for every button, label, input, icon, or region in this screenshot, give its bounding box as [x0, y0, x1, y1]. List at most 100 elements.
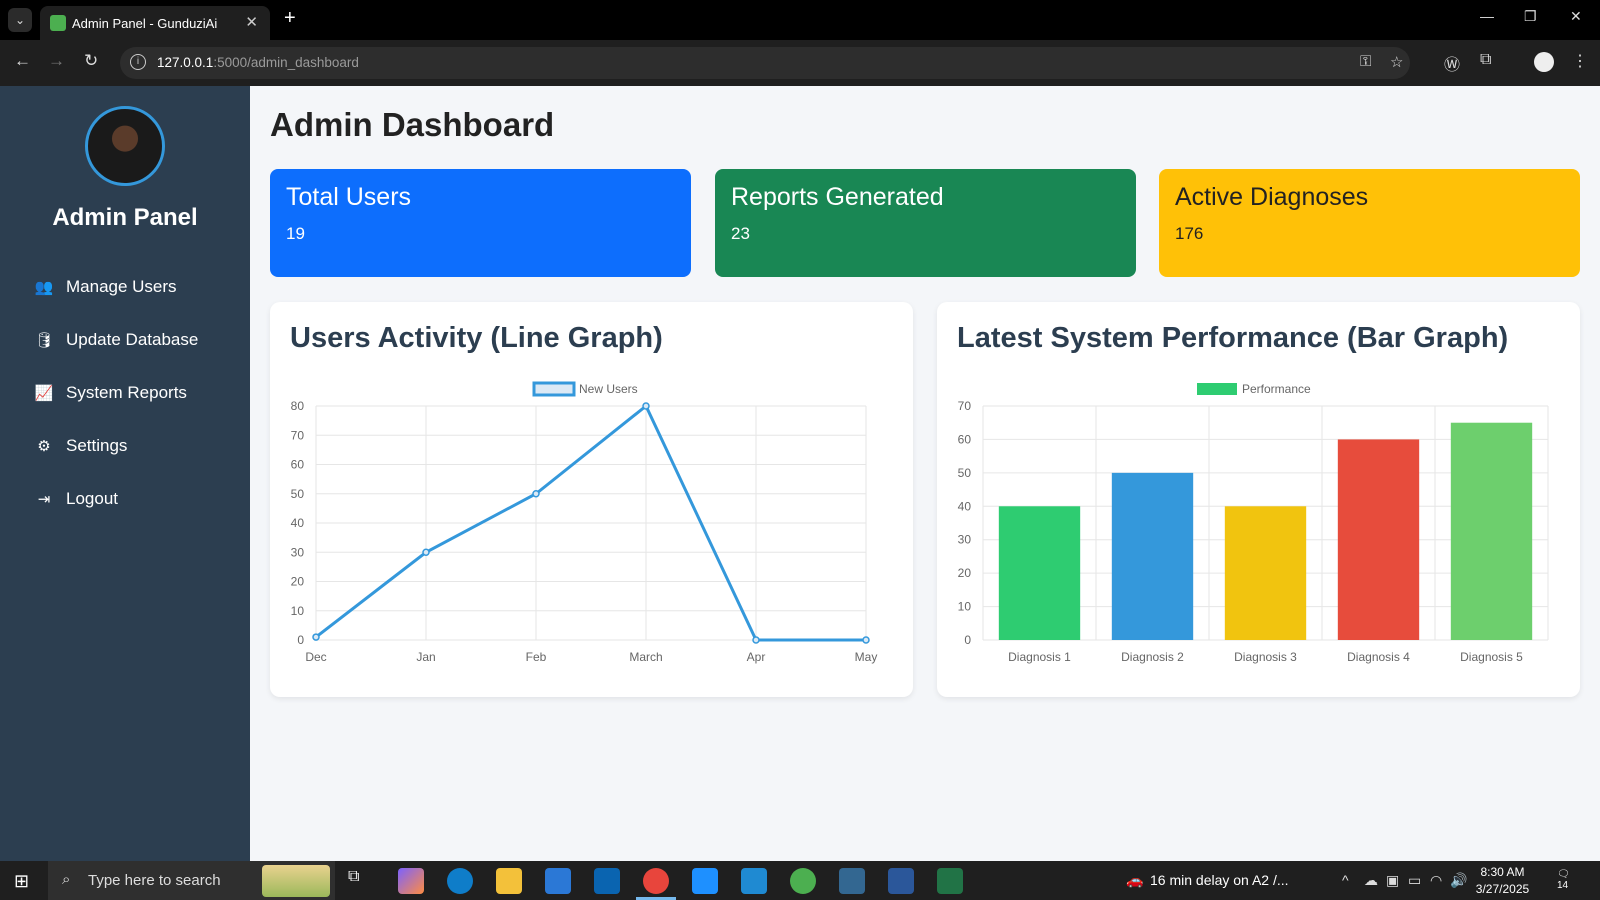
data-point [422, 548, 430, 556]
stat-label: Total Users [286, 183, 412, 211]
extension-icon[interactable]: Ⓦ [1444, 51, 1460, 75]
chrome-profile-icon[interactable] [790, 868, 816, 894]
y-tick-label: 10 [958, 600, 972, 614]
sidebar-item-label: Settings [66, 436, 128, 455]
line-chart: New Users 0 10 20 30 40 50 60 70 80 Dec Jan Feb March… [291, 381, 878, 664]
edge-icon[interactable] [447, 868, 473, 894]
x-tick-label: Diagnosis 4 [1347, 650, 1410, 664]
x-tick-label: Dec [305, 650, 326, 664]
meet-icon[interactable]: ▣ [1386, 872, 1399, 889]
outlook-icon[interactable] [594, 868, 620, 894]
y-tick-label: 60 [291, 458, 305, 472]
close-tab-icon[interactable]: ✕ [245, 13, 258, 31]
bar [1450, 422, 1533, 640]
tab-title: Admin Panel - GunduziAi [72, 16, 218, 31]
omnibox[interactable]: i 127.0.0.1:5000/admin_dashboard ⚿ ☆ [120, 47, 1410, 79]
data-point [862, 636, 870, 644]
y-tick-label: 0 [297, 633, 304, 647]
traffic-notice[interactable]: 16 min delay on A2 /... [1150, 872, 1289, 888]
sidebar-item-label: Logout [66, 489, 118, 508]
window-close-icon[interactable]: ✕ [1570, 8, 1582, 25]
main-content: Admin Dashboard Total Users 19 Reports G… [250, 86, 1600, 861]
y-tick-label: 80 [291, 399, 305, 413]
site-info-icon[interactable]: i [130, 54, 146, 70]
stat-label: Active Diagnoses [1175, 183, 1369, 211]
browser-tab[interactable]: Admin Panel - GunduziAi ✕ [40, 6, 270, 40]
restore-icon[interactable]: ❐ [1524, 8, 1537, 25]
x-tick-label: Diagnosis 5 [1460, 650, 1523, 664]
profile-avatar-icon[interactable] [1534, 52, 1554, 72]
windows-start-icon[interactable]: ⊞ [14, 871, 29, 892]
x-tick-label: Diagnosis 3 [1234, 650, 1297, 664]
app-w-icon[interactable] [692, 868, 718, 894]
data-point [642, 402, 650, 410]
data-point [312, 633, 320, 641]
y-tick-label: 0 [964, 633, 971, 647]
tray-chevron-icon[interactable]: ^ [1342, 872, 1349, 888]
x-tick-label: Diagnosis 2 [1121, 650, 1184, 664]
postgres-icon[interactable] [839, 868, 865, 894]
sidebar-item-system-reports[interactable]: 📈 System Reports [34, 378, 187, 408]
sidebar-item-label: Update Database [66, 330, 199, 349]
legend-label: New Users [579, 382, 638, 396]
y-tick-label: 40 [291, 516, 305, 530]
new-tab-button[interactable]: + [284, 7, 296, 30]
y-tick-label: 50 [958, 466, 972, 480]
legend-swatch [532, 381, 576, 397]
sidebar-item-logout[interactable]: ⇥ Logout [34, 484, 118, 514]
bar-chart-card: Latest System Performance (Bar Graph) Pe… [937, 302, 1580, 697]
taskbar: ⊞ ⌕ Type here to search ⧉ 🚗 16 min delay… [0, 861, 1600, 900]
y-tick-label: 20 [291, 575, 305, 589]
avatar [85, 106, 165, 186]
browser-menu-icon[interactable]: ⋮ [1572, 51, 1588, 71]
extensions-puzzle-icon[interactable]: ⧉ [1480, 51, 1491, 69]
bar [998, 506, 1081, 640]
chrome-icon[interactable] [643, 868, 669, 894]
reload-icon[interactable]: ↻ [84, 51, 98, 71]
task-view-icon[interactable]: ⧉ [348, 868, 374, 894]
chart-line-icon: 📈 [34, 385, 54, 402]
tab-list-button[interactable]: ⌄ [8, 8, 32, 32]
battery-icon[interactable]: ▭ [1408, 872, 1421, 889]
sidebar-item-label: System Reports [66, 383, 187, 402]
notifications-icon[interactable]: 🗨14 [1557, 869, 1579, 891]
y-tick-label: 30 [291, 545, 305, 559]
bookmark-star-icon[interactable]: ☆ [1390, 53, 1403, 71]
vscode-icon[interactable] [741, 868, 767, 894]
back-icon[interactable]: ← [14, 51, 31, 71]
stat-card-reports-generated: Reports Generated 23 [715, 169, 1136, 277]
bar-chart: Performance 0 10 20 30 40 50 60 70 Diagnosis 1 Dia… [958, 382, 1549, 664]
clock-date: 3/27/2025 [1475, 882, 1530, 896]
excel-icon[interactable] [937, 868, 963, 894]
bar-chart-title: Latest System Performance (Bar Graph) [957, 322, 1509, 354]
clock[interactable]: 8:30 AM 3/27/2025 [1465, 864, 1540, 898]
wifi-icon[interactable]: ◠ [1430, 872, 1442, 889]
sidebar-item-settings[interactable]: ⚙ Settings [34, 431, 127, 461]
favicon-icon [50, 15, 66, 31]
file-explorer-icon[interactable] [496, 868, 522, 894]
bar [1337, 439, 1420, 640]
address-bar-row: ← → ↻ i 127.0.0.1:5000/admin_dashboard ⚿… [0, 40, 1600, 86]
onedrive-icon[interactable]: ☁ [1364, 872, 1378, 889]
copilot-icon[interactable] [398, 868, 424, 894]
url-text[interactable]: 127.0.0.1:5000/admin_dashboard [157, 55, 359, 70]
word-icon[interactable] [888, 868, 914, 894]
x-tick-label: Feb [526, 650, 547, 664]
y-tick-label: 50 [291, 487, 305, 501]
y-tick-label: 10 [291, 604, 305, 618]
sidebar-item-update-database[interactable]: 🛢 Update Database [34, 325, 198, 355]
legend-label: Performance [1242, 382, 1311, 396]
sidebar-item-manage-users[interactable]: 👥 Manage Users [34, 272, 177, 302]
sidebar-item-label: Manage Users [66, 277, 177, 296]
x-tick-label: May [855, 650, 878, 664]
stat-value: 19 [286, 224, 305, 243]
x-tick-label: March [629, 650, 662, 664]
database-icon: 🛢 [34, 332, 54, 349]
sidebar-title: Admin Panel [52, 204, 198, 231]
gears-icon: ⚙ [37, 438, 51, 455]
minimize-icon[interactable]: — [1480, 8, 1494, 24]
forward-icon[interactable]: → [48, 51, 65, 71]
store-icon[interactable] [545, 868, 571, 894]
search-highlight-art [262, 865, 330, 897]
password-key-icon[interactable]: ⚿ [1360, 53, 1371, 70]
